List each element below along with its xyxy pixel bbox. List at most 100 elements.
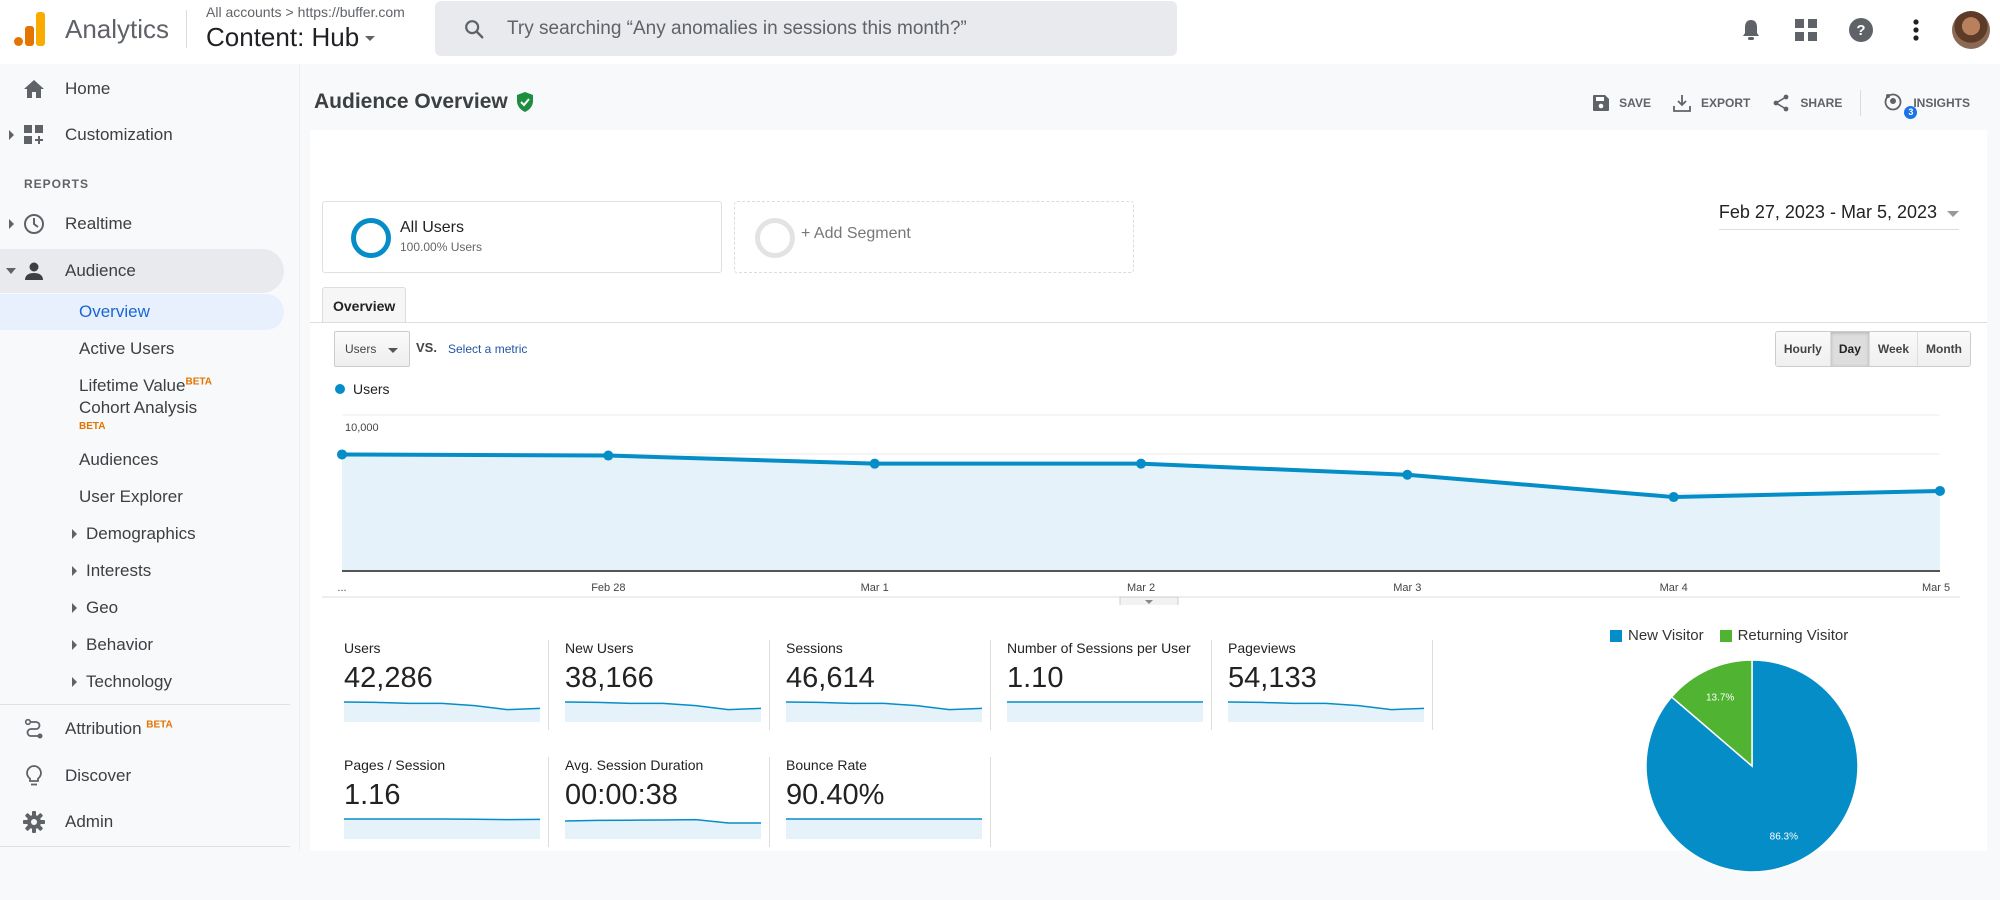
x-tick-label: Mar 3 <box>1393 582 1421 594</box>
sidebar-label: Technology <box>86 672 173 691</box>
scorecard[interactable]: Sessions 46,614 <box>770 640 991 730</box>
breadcrumb-root[interactable]: All accounts <box>206 4 281 20</box>
apps-button[interactable] <box>1784 8 1828 52</box>
scorecard[interactable]: Avg. Session Duration 00:00:38 <box>549 757 770 847</box>
scorecard[interactable]: Number of Sessions per User 1.10 <box>991 640 1212 730</box>
scorecard[interactable]: Pageviews 54,133 <box>1212 640 1433 730</box>
users-line-chart: Users10,0005,000...Feb 28Mar 1Mar 2Mar 3… <box>322 381 1960 605</box>
sidebar: Home Customization REPORTS Realtime Audi… <box>0 64 300 851</box>
search-icon <box>465 19 484 38</box>
data-point <box>1402 469 1413 480</box>
header-divider <box>186 10 187 48</box>
sidebar-item-cohort-analysis[interactable]: Cohort Analysis BETA <box>0 398 284 432</box>
share-button[interactable]: SHARE <box>1772 94 1842 112</box>
tab-overview[interactable]: Overview <box>322 287 407 323</box>
insights-button[interactable]: 3 INSIGHTS <box>1883 92 1970 119</box>
sidebar-item-geo[interactable]: Geo <box>0 590 284 626</box>
date-range-picker[interactable]: Feb 27, 2023 - Mar 5, 2023 <box>1718 202 1959 230</box>
legend-dot <box>335 384 345 394</box>
breadcrumb-account[interactable]: https://buffer.com <box>298 4 405 20</box>
save-button[interactable]: SAVE <box>1593 95 1651 111</box>
expand-arrow-icon[interactable] <box>72 529 77 539</box>
sidebar-item-customization[interactable]: Customization <box>0 113 284 157</box>
data-point <box>1668 492 1679 503</box>
metric-dropdown[interactable]: Users <box>334 331 410 367</box>
sidebar-label: Behavior <box>86 635 154 654</box>
sidebar-item-audience[interactable]: Audience <box>0 249 284 293</box>
expand-arrow-icon[interactable] <box>9 130 14 140</box>
granularity-month[interactable]: Month <box>1917 332 1970 366</box>
help-button[interactable]: ? <box>1839 8 1883 52</box>
analytics-logo[interactable] <box>12 10 46 46</box>
notifications-button[interactable] <box>1729 8 1773 52</box>
data-point <box>337 449 347 460</box>
granularity-toggle: Hourly Day Week Month <box>1774 331 1971 367</box>
granularity-hourly[interactable]: Hourly <box>1775 332 1830 366</box>
legend-label: Returning Visitor <box>1737 627 1849 644</box>
pie-data-label: 13.7% <box>1706 693 1734 704</box>
data-point <box>1935 485 1945 496</box>
expand-arrow-icon[interactable] <box>9 219 14 229</box>
scorecard[interactable]: Bounce Rate 90.40% <box>770 757 991 847</box>
sidebar-item-admin[interactable]: Admin <box>0 800 284 844</box>
scorecard[interactable]: Users 42,286 <box>328 640 549 730</box>
add-segment-button[interactable]: + Add Segment <box>734 201 1134 273</box>
sidebar-item-active-users[interactable]: Active Users <box>0 331 284 367</box>
data-point <box>1136 458 1146 469</box>
avatar[interactable] <box>1952 11 1990 49</box>
sidebar-item-discover[interactable]: Discover <box>0 754 284 798</box>
expand-arrow-icon[interactable] <box>72 677 77 687</box>
segment-ring-icon <box>351 218 391 258</box>
page-title: Audience Overview <box>314 90 534 114</box>
granularity-week[interactable]: Week <box>1868 332 1918 366</box>
granularity-day[interactable]: Day <box>1829 332 1869 366</box>
property-selector[interactable]: Content: Hub <box>206 22 376 53</box>
scorecard-label: Pageviews <box>1228 640 1296 656</box>
expand-arrow-icon[interactable] <box>72 603 77 613</box>
x-tick-label: Mar 4 <box>1660 582 1688 594</box>
expand-arrow-icon[interactable] <box>72 566 77 576</box>
insights-label: INSIGHTS <box>1913 96 1970 110</box>
sidebar-item-home[interactable]: Home <box>0 67 284 111</box>
sidebar-item-audiences[interactable]: Audiences <box>0 442 284 478</box>
actions-divider <box>1860 90 1862 116</box>
export-button[interactable]: EXPORT <box>1673 94 1750 112</box>
sidebar-item-interests[interactable]: Interests <box>0 553 284 589</box>
chart-collapse-handle[interactable] <box>1119 596 1179 605</box>
more-options-button[interactable] <box>1894 8 1938 52</box>
select-metric-link[interactable]: Select a metric <box>448 342 527 356</box>
sparkline-fill <box>1007 702 1203 722</box>
dashboard-customize-icon <box>22 123 46 147</box>
sidebar-label: Interests <box>86 561 152 580</box>
sidebar-item-technology[interactable]: Technology <box>0 664 284 700</box>
scorecard[interactable]: New Users 38,166 <box>549 640 770 730</box>
app-name: Analytics <box>65 14 170 44</box>
collapse-arrow-icon[interactable] <box>6 268 16 274</box>
segment-all-users[interactable]: All Users 100.00% Users <box>322 201 722 273</box>
scorecard-value: 00:00:38 <box>565 779 678 811</box>
beta-badge: BETA <box>146 719 173 731</box>
sidebar-item-demographics[interactable]: Demographics <box>0 516 284 552</box>
scorecard-value: 42,286 <box>344 662 433 694</box>
account-breadcrumb[interactable]: All accounts > https://buffer.com <box>206 4 405 20</box>
sidebar-item-user-explorer[interactable]: User Explorer <box>0 479 284 515</box>
scorecard-label: Avg. Session Duration <box>565 757 704 773</box>
lightbulb-icon <box>22 764 46 788</box>
search-bar[interactable]: Try searching “Any anomalies in sessions… <box>435 1 1177 56</box>
pie-legend: New Visitor Returning Visitor <box>1610 627 1864 644</box>
sidebar-label: Customization <box>65 125 173 144</box>
expand-arrow-icon[interactable] <box>72 640 77 650</box>
scorecard[interactable]: Pages / Session 1.16 <box>328 757 549 847</box>
sparkline <box>786 701 982 722</box>
legend-returning-visitor: Returning Visitor <box>1719 627 1849 644</box>
sidebar-item-overview[interactable]: Overview <box>0 294 284 330</box>
top-bar: Analytics All accounts > https://buffer.co… <box>0 0 2000 64</box>
sidebar-item-realtime[interactable]: Realtime <box>0 202 284 246</box>
sparkline <box>1228 701 1424 722</box>
sidebar-item-behavior[interactable]: Behavior <box>0 627 284 663</box>
sidebar-divider <box>0 846 290 847</box>
caret-down-icon <box>1947 210 1959 217</box>
sidebar-label: Home <box>65 79 111 98</box>
insights-count-badge: 3 <box>1904 105 1918 119</box>
sidebar-item-attribution[interactable]: Attribution BETA <box>0 707 284 751</box>
